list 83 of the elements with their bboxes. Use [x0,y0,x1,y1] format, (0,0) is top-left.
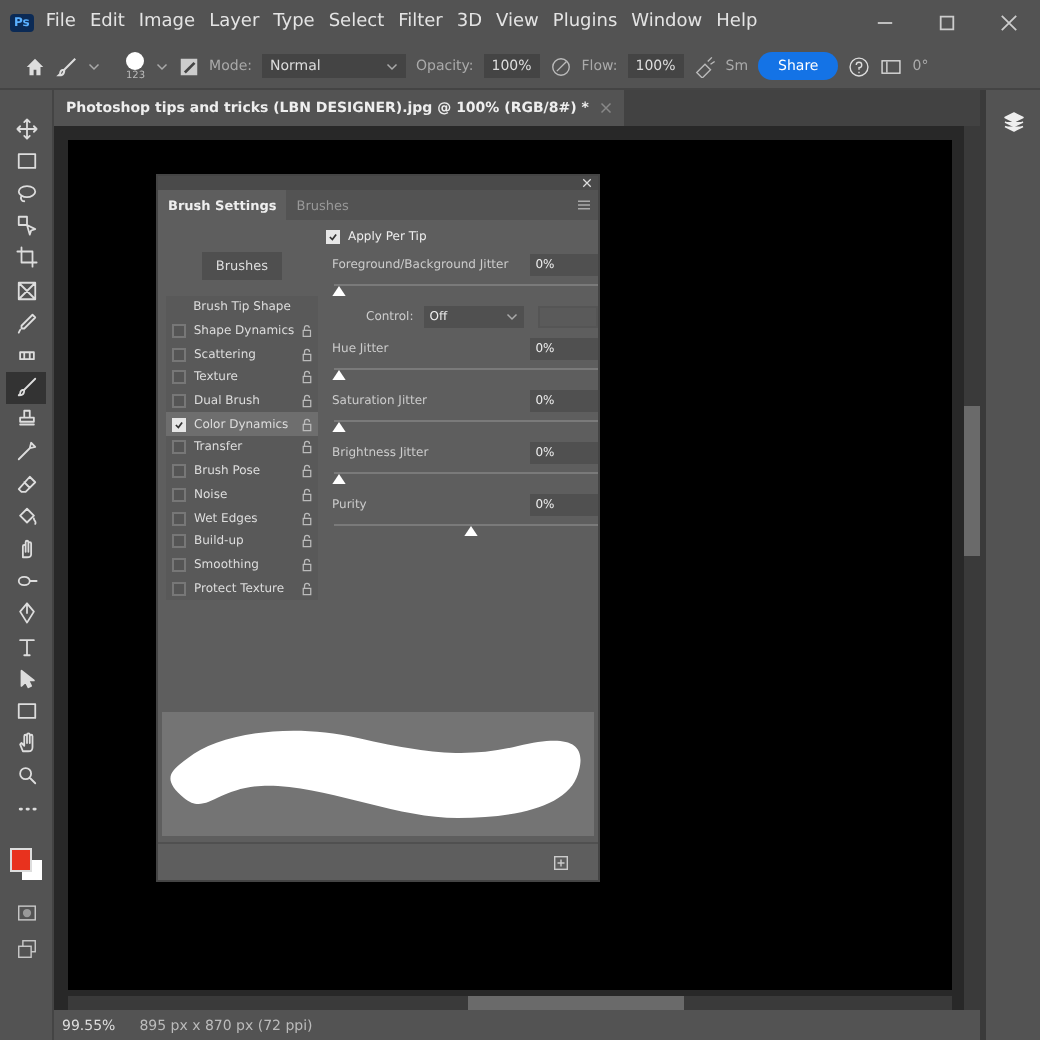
eyedropper-icon [15,311,37,334]
lock-icon[interactable] [302,487,312,502]
slider-track[interactable] [334,470,598,484]
menu-item[interactable]: Plugins [552,12,618,32]
eraser-icon [15,473,37,496]
menu-item[interactable]: View [496,12,539,32]
checkbox[interactable] [172,324,186,339]
lock-icon[interactable] [302,394,312,409]
checkbox[interactable] [172,440,186,455]
checkbox[interactable] [172,464,186,479]
hand-icon [15,732,37,755]
caret-icon [385,60,398,72]
menu-item[interactable]: Image [138,12,196,32]
move-icon [15,117,37,140]
lock-icon[interactable] [302,417,312,432]
arrow-pointer-icon [15,667,37,690]
lock-icon[interactable] [302,534,312,549]
menu-item[interactable]: File [45,12,76,32]
lock-icon[interactable] [302,440,312,455]
screen-mode-icon[interactable] [15,938,37,961]
tool-button[interactable] [6,371,46,404]
lock-icon[interactable] [302,324,312,339]
horizontal-scrollbar[interactable] [68,996,952,1010]
checkbox[interactable] [326,230,340,244]
brush-tip-icon[interactable] [126,51,145,69]
checkbox[interactable] [172,557,186,572]
layers-icon[interactable] [1001,110,1025,134]
brush-icon [15,376,37,399]
menu-item[interactable]: 3D [456,12,483,32]
maximize-icon[interactable] [938,13,956,31]
pen-icon [15,602,37,625]
slider-track[interactable] [334,282,598,296]
menu-item[interactable]: Filter [398,12,443,32]
zoom-icon [15,764,37,787]
history-brush-icon [15,440,37,463]
lock-icon[interactable] [302,370,312,385]
stamp-icon [15,408,37,431]
checkbox[interactable] [172,347,186,362]
caret-icon [505,310,518,322]
lock-icon[interactable] [302,581,312,596]
type-tool-icon [15,635,37,658]
caret-icon[interactable] [88,60,100,72]
crop-icon [15,246,37,269]
slider-track[interactable] [334,366,598,380]
brush-panel-icon[interactable] [177,55,200,77]
brush-icon[interactable] [56,55,78,77]
background-color-swatch[interactable] [22,860,42,881]
checkbox[interactable] [172,534,186,549]
panel-toggle-icon[interactable] [880,55,903,77]
vertical-scrollbar[interactable] [964,126,980,1010]
menu-item[interactable]: Select [328,12,385,32]
paint-bucket-icon [15,505,37,528]
caret-icon[interactable] [155,60,168,72]
lasso-icon [15,181,37,204]
close-icon[interactable] [1000,13,1018,31]
menu-item[interactable]: Type [273,12,315,32]
help-icon[interactable] [848,55,871,77]
lock-icon[interactable] [302,347,312,362]
menu-item[interactable]: Edit [89,12,125,32]
checkbox[interactable] [172,581,186,596]
slider-track[interactable] [334,418,598,432]
menu-item[interactable]: Layer [209,12,260,32]
lock-icon[interactable] [302,557,312,572]
menu-icon[interactable] [578,200,590,210]
checkbox[interactable] [172,394,186,409]
checkbox[interactable] [172,511,186,526]
checkbox[interactable] [172,487,186,502]
lock-icon[interactable] [302,511,312,526]
rectangle-select-icon [15,149,37,172]
quick-mask-icon[interactable] [15,902,37,925]
slider-track[interactable] [334,522,598,536]
airbrush-icon[interactable] [693,55,716,77]
object-select-icon [15,214,37,237]
new-preset-icon[interactable] [554,855,568,869]
rectangle-icon [15,699,37,722]
menu-item[interactable]: Help [716,12,758,32]
checkbox[interactable] [172,370,186,385]
frame-icon [15,279,37,302]
menu-item[interactable]: Window [631,12,703,32]
home-icon[interactable] [24,55,46,77]
foreground-color-swatch[interactable] [10,848,32,873]
input-field[interactable] [537,305,598,327]
lock-icon[interactable] [302,464,312,479]
